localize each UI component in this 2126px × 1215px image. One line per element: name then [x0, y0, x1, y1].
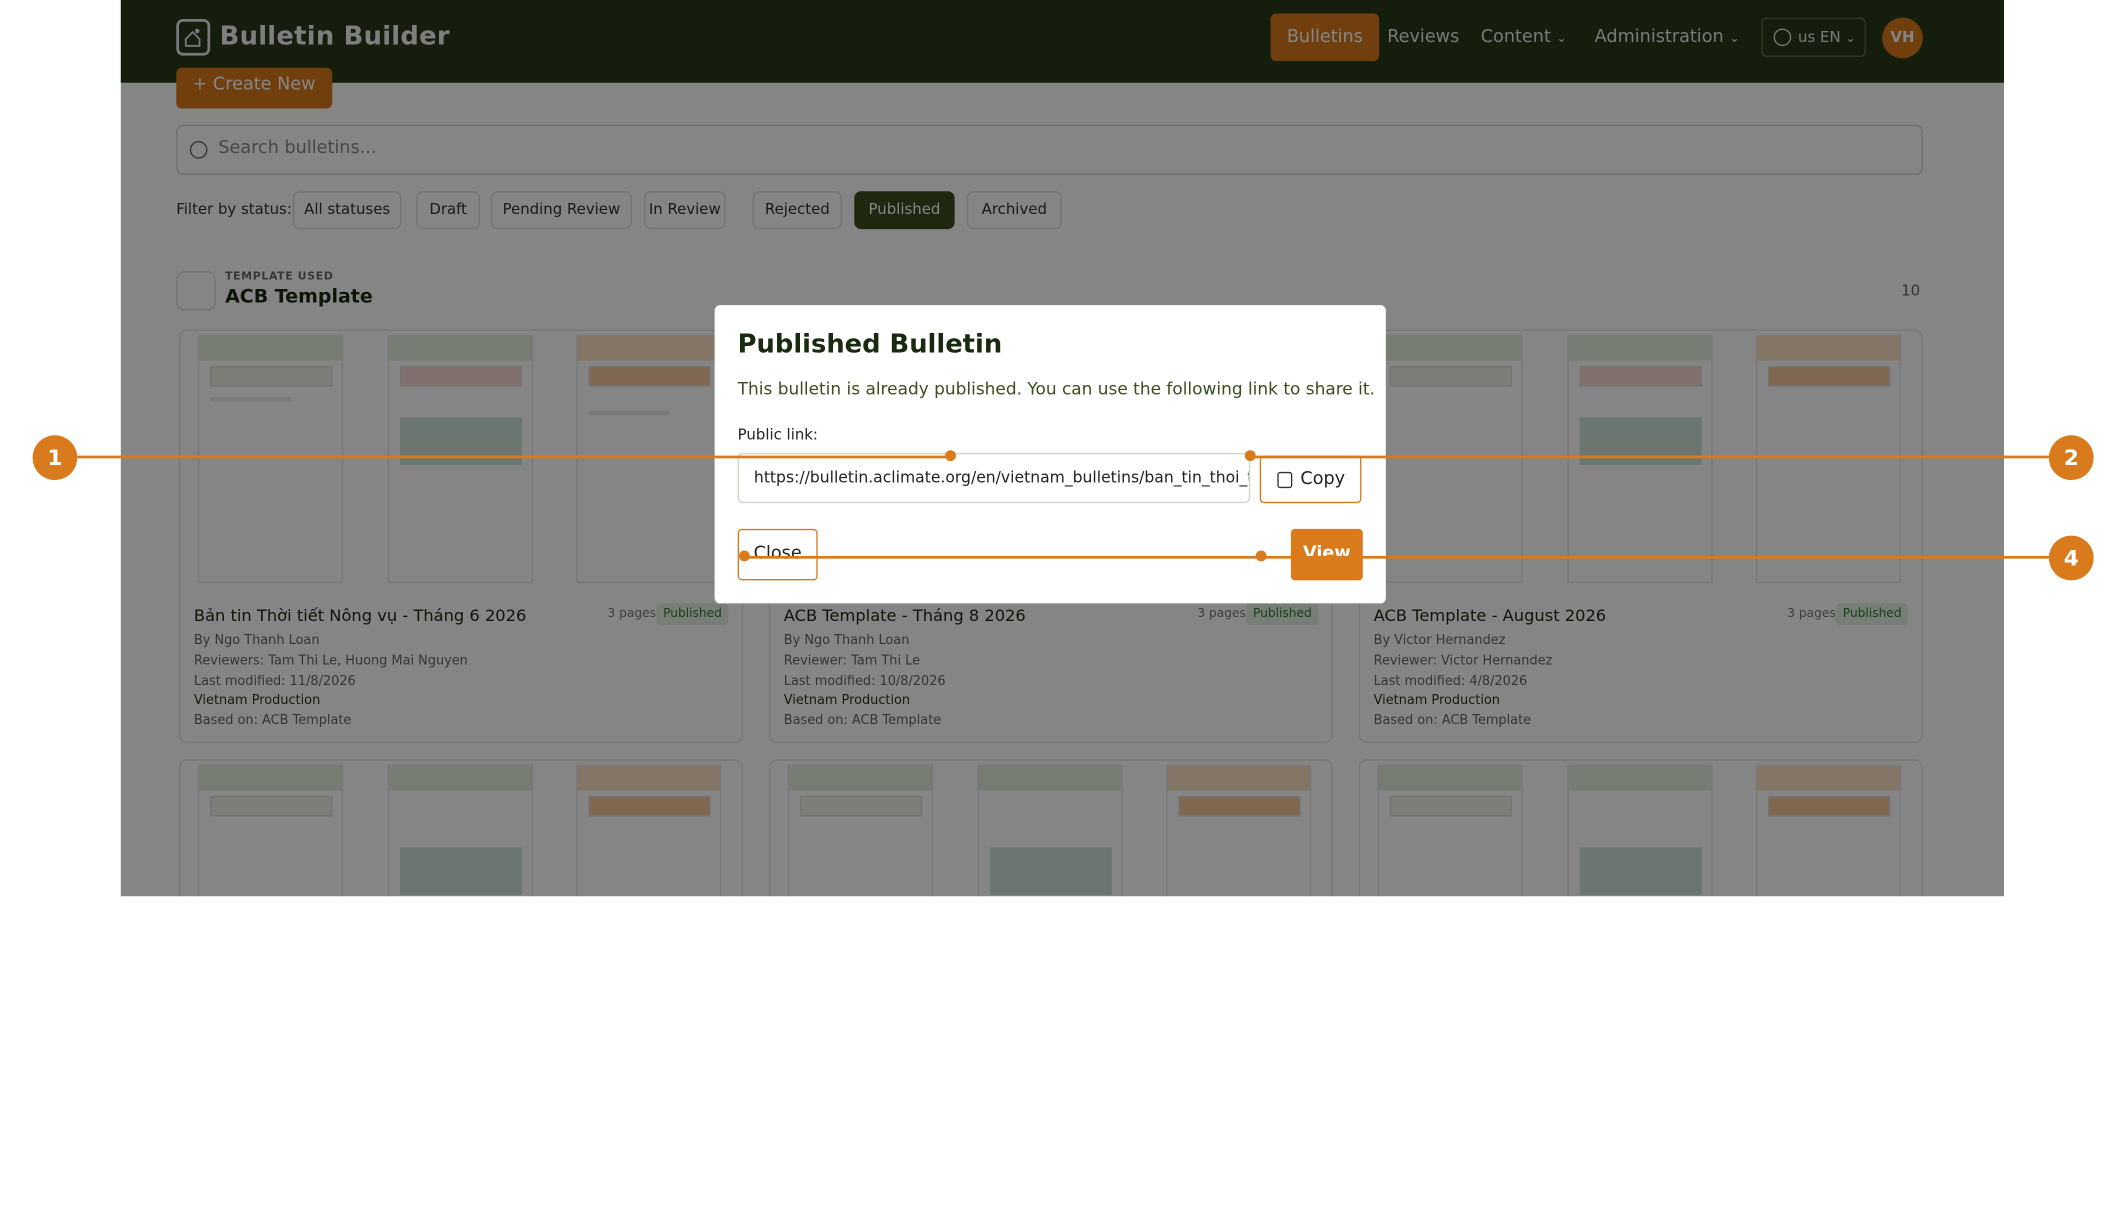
callout-badge-4: 4	[2048, 535, 2094, 581]
callout-line-4	[744, 555, 2051, 559]
public-link-label: Public link:	[737, 425, 818, 444]
callout-dot-2	[1244, 450, 1256, 462]
callout-dot-4a	[739, 550, 750, 562]
copy-button[interactable]: Copy	[1259, 455, 1362, 504]
callout-badge-1: 1	[32, 435, 78, 481]
view-button[interactable]: View	[1290, 528, 1363, 581]
copy-label: Copy	[1300, 469, 1346, 490]
callout-dot-4b	[1255, 550, 1267, 562]
dialog-description: This bulletin is already published. You …	[737, 378, 1375, 399]
callout-line-1	[77, 455, 951, 459]
copy-icon	[1277, 471, 1293, 489]
callout-line-2	[1250, 455, 2051, 459]
public-link-field[interactable]: https://bulletin.aclimate.org/en/vietnam…	[737, 452, 1251, 504]
dialog-title: Published Bulletin	[737, 329, 1003, 360]
callout-dot-1	[945, 450, 956, 462]
callout-badge-2: 2	[2048, 435, 2094, 481]
